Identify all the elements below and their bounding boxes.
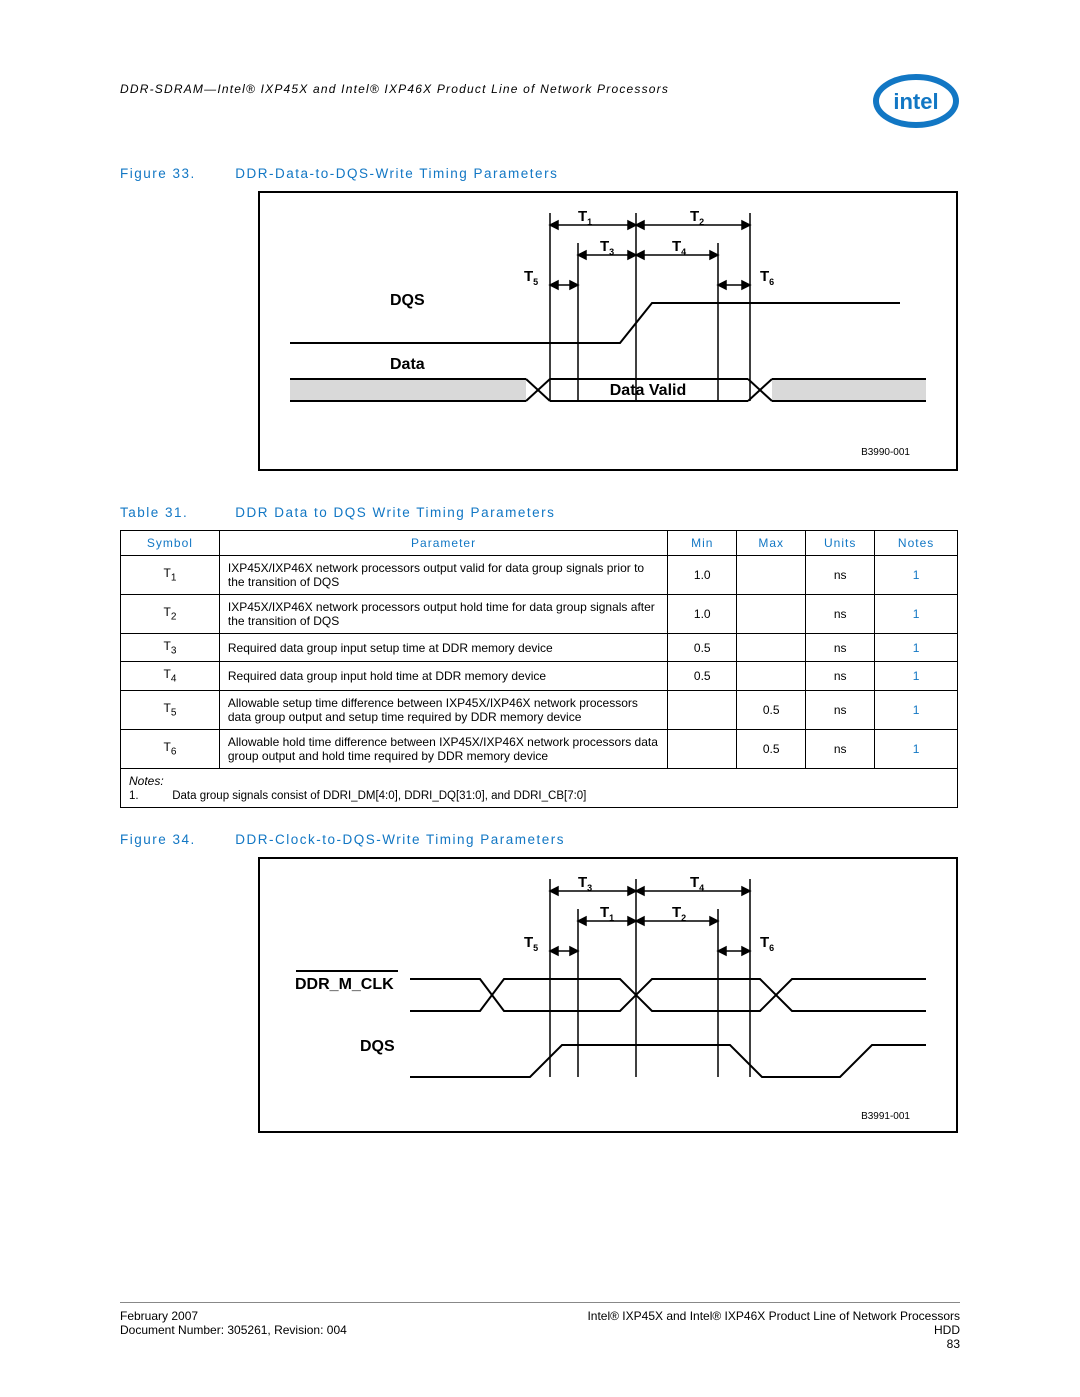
- svg-text:DQS: DQS: [390, 292, 425, 309]
- svg-text:T6: T6: [760, 934, 774, 953]
- th-parameter: Parameter: [219, 531, 667, 556]
- figure34-diagram: T3 T4 T1 T2 T5 T6 DDR_M_CLK: [258, 857, 958, 1133]
- svg-text:T5: T5: [524, 268, 538, 287]
- notes-label: Notes:: [129, 774, 164, 788]
- footer-hdd: HDD: [587, 1323, 960, 1337]
- doc-header: DDR-SDRAM—Intel® IXP45X and Intel® IXP46…: [120, 72, 669, 96]
- svg-text:Data Valid: Data Valid: [610, 382, 686, 399]
- svg-text:Data: Data: [390, 356, 425, 373]
- figure34-title: DDR-Clock-to-DQS-Write Timing Parameters: [235, 832, 565, 847]
- footer-pagenum: 83: [587, 1337, 960, 1351]
- table-row: T4 Required data group input hold time a…: [121, 662, 958, 690]
- th-notes: Notes: [875, 531, 958, 556]
- th-min: Min: [668, 531, 737, 556]
- figure33-diagram: T1 T2 T3 T4 T5 T6: [258, 191, 958, 471]
- svg-text:B3990-001: B3990-001: [861, 447, 910, 458]
- svg-text:T4: T4: [672, 238, 686, 257]
- th-symbol: Symbol: [121, 531, 220, 556]
- th-units: Units: [806, 531, 875, 556]
- footer-docnum: Document Number: 305261, Revision: 004: [120, 1323, 347, 1337]
- table-row: T1 IXP45X/IXP46X network processors outp…: [121, 556, 958, 595]
- svg-text:T1: T1: [600, 904, 614, 923]
- figure33-caption: Figure 33. DDR-Data-to-DQS-Write Timing …: [120, 166, 960, 181]
- page-footer: February 2007 Document Number: 305261, R…: [120, 1302, 960, 1351]
- intel-logo: intel: [872, 72, 960, 130]
- table-row: T6 Allowable hold time difference betwee…: [121, 729, 958, 768]
- figure34-num: Figure 34.: [120, 832, 230, 847]
- table-row: T2 IXP45X/IXP46X network processors outp…: [121, 595, 958, 634]
- svg-text:T3: T3: [578, 874, 592, 893]
- footer-date: February 2007: [120, 1309, 347, 1323]
- th-max: Max: [737, 531, 806, 556]
- notes-text: Data group signals consist of DDRI_DM[4:…: [172, 790, 586, 802]
- notes-num: 1.: [129, 790, 169, 802]
- table-header-row: Symbol Parameter Min Max Units Notes: [121, 531, 958, 556]
- table31: Symbol Parameter Min Max Units Notes T1 …: [120, 530, 958, 808]
- figure33-num: Figure 33.: [120, 166, 230, 181]
- svg-text:B3991-001: B3991-001: [861, 1111, 910, 1122]
- svg-text:T4: T4: [690, 874, 704, 893]
- table-row: T5 Allowable setup time difference betwe…: [121, 690, 958, 729]
- svg-text:T1: T1: [578, 208, 592, 227]
- svg-text:DDR_M_CLK: DDR_M_CLK: [295, 976, 394, 993]
- table-notes-row: Notes: 1. Data group signals consist of …: [121, 768, 958, 807]
- svg-text:DQS: DQS: [360, 1038, 395, 1055]
- table31-title: DDR Data to DQS Write Timing Parameters: [235, 505, 555, 520]
- svg-text:T6: T6: [760, 268, 774, 287]
- table31-num: Table 31.: [120, 505, 230, 520]
- svg-text:T3: T3: [600, 238, 614, 257]
- svg-text:T2: T2: [690, 208, 704, 227]
- svg-text:T2: T2: [672, 904, 686, 923]
- figure33-title: DDR-Data-to-DQS-Write Timing Parameters: [235, 166, 558, 181]
- svg-text:intel: intel: [893, 89, 938, 114]
- figure34-caption: Figure 34. DDR-Clock-to-DQS-Write Timing…: [120, 832, 960, 847]
- table31-caption: Table 31. DDR Data to DQS Write Timing P…: [120, 505, 960, 520]
- footer-product: Intel® IXP45X and Intel® IXP46X Product …: [587, 1309, 960, 1323]
- table-row: T3 Required data group input setup time …: [121, 634, 958, 662]
- svg-text:T5: T5: [524, 934, 538, 953]
